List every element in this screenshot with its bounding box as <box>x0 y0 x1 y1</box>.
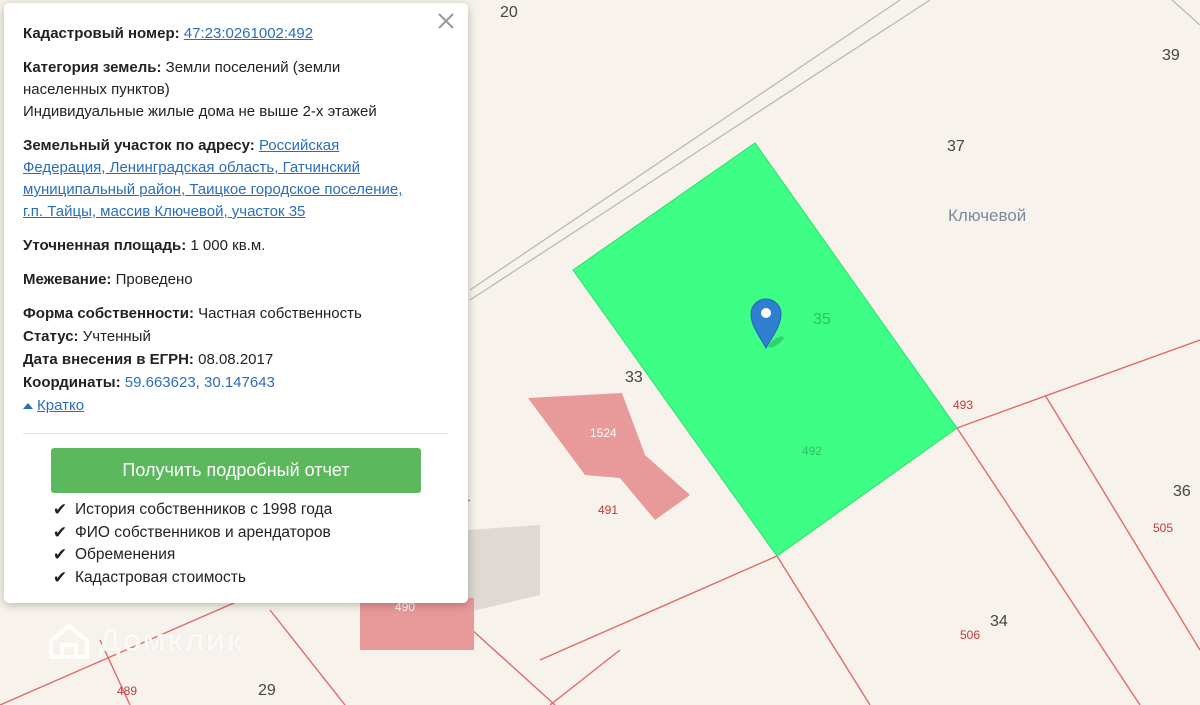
cadastral-label: Кадастровый номер: <box>23 25 180 42</box>
parcel-label: 1524 <box>590 426 617 440</box>
feature-item: ✔ ФИО собственников и арендаторов <box>52 522 331 542</box>
checkmark-icon: ✔ <box>52 545 68 565</box>
area-label: Уточненная площадь: <box>23 237 187 254</box>
survey-value: Проведено <box>115 271 193 288</box>
parcel-info-popup: Кадастровый номер: 47:23:0261002:492 Кат… <box>4 3 468 603</box>
area-row: Уточненная площадь: 1 000 кв.м. <box>23 235 450 257</box>
watermark: Домклик <box>48 622 243 659</box>
feature-item: ✔ Обременения <box>52 545 176 565</box>
parcel-label: 505 <box>1153 521 1174 535</box>
parcel-label: 491 <box>598 503 619 517</box>
status-row: Статус: Учтенный <box>23 326 450 348</box>
egrn-date-label: Дата внесения в ЕГРН: <box>23 351 194 368</box>
parcel-label: 492 <box>802 444 823 458</box>
parcel-490[interactable] <box>360 598 474 650</box>
domclick-logo-icon <box>49 622 89 659</box>
collapse-toggle-label: Кратко <box>37 397 85 414</box>
get-report-button[interactable]: Получить подробный отчет <box>51 448 421 493</box>
survey-row: Межевание: Проведено <box>23 269 450 291</box>
address-label: Земельный участок по адресу: <box>23 137 255 154</box>
egrn-date-row: Дата внесения в ЕГРН: 08.08.2017 <box>23 349 450 371</box>
block-label: 34 <box>990 613 1008 630</box>
survey-label: Межевание: <box>23 271 112 288</box>
report-features-list: ✔ История собственников с 1998 года ✔ ФИО … <box>51 499 450 589</box>
block-label: 20 <box>500 4 518 21</box>
category-value: Земли поселений (земли <box>165 59 341 76</box>
district-label: Ключевой <box>948 206 1027 225</box>
checkmark-icon: ✔ <box>52 500 68 520</box>
ownership-row: Форма собственности: Частная собственнос… <box>23 303 450 325</box>
triangle-up-icon <box>23 403 33 409</box>
category-label: Категория земель: <box>23 59 162 76</box>
block-label: 39 <box>1162 47 1180 64</box>
block-label: 37 <box>947 138 965 155</box>
ownership-label: Форма собственности: <box>23 305 194 322</box>
parcel-label: 493 <box>953 398 974 412</box>
status-value: Учтенный <box>82 328 151 345</box>
close-icon[interactable] <box>434 9 458 33</box>
coordinates-label: Координаты: <box>23 374 121 391</box>
parcel-label: 489 <box>117 684 138 698</box>
area-value: 1 000 кв.м. <box>190 237 266 254</box>
block-label: 33 <box>625 369 643 386</box>
coordinates-row: Координаты: 59.663623, 30.147643 <box>23 372 450 394</box>
feature-item: ✔ История собственников с 1998 года <box>52 500 333 520</box>
cadastral-number-link[interactable]: 47:23:0261002:492 <box>184 25 313 42</box>
category-value-cont: населенных пунктов) <box>23 81 170 98</box>
parcel-label: 506 <box>960 628 981 642</box>
block-label: 29 <box>258 682 276 699</box>
egrn-date-value: 08.08.2017 <box>198 351 274 368</box>
ownership-value: Частная собственность <box>198 305 362 322</box>
divider <box>23 433 448 434</box>
block-label: 36 <box>1173 483 1191 500</box>
checkmark-icon: ✔ <box>52 522 68 542</box>
feature-item: ✔ Кадастровая стоимость <box>52 567 246 587</box>
land-category-row: Категория земель: Земли поселений (земли… <box>23 57 450 123</box>
cadastral-number-row: Кадастровый номер: 47:23:0261002:492 <box>23 23 450 45</box>
block-label: 35 <box>813 311 831 328</box>
permitted-use: Индивидуальные жилые дома не выше 2-х эт… <box>23 103 377 120</box>
address-row: Земельный участок по адресу: Российская Ф… <box>23 135 450 223</box>
status-label: Статус: <box>23 328 79 345</box>
coordinates-value[interactable]: 59.663623, 30.147643 <box>125 374 275 391</box>
watermark-text: Домклик <box>98 622 244 658</box>
checkmark-icon: ✔ <box>52 567 68 587</box>
collapse-toggle[interactable]: Кратко <box>23 395 450 417</box>
